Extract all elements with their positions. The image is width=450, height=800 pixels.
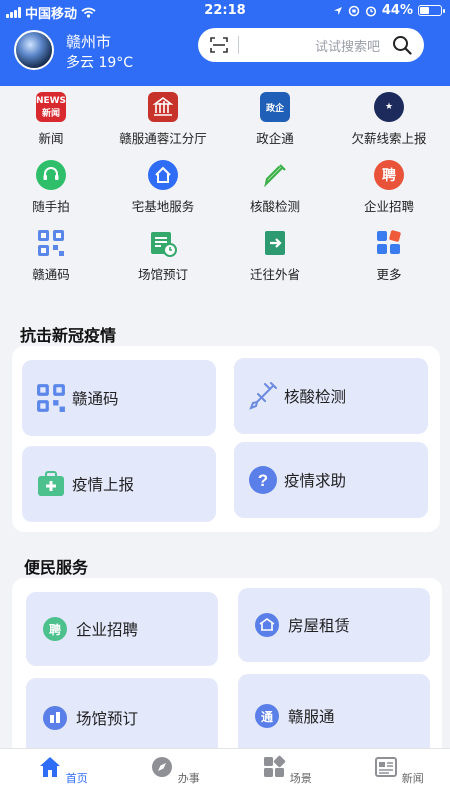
- venue-icon: [38, 701, 72, 735]
- grid-item-label: 场馆预订: [137, 267, 188, 282]
- grid-item-ganfutong-branch[interactable]: 赣服通蓉江分厅: [108, 92, 218, 147]
- grid-item-snapshot[interactable]: 随手拍: [0, 160, 106, 215]
- police-badge-icon: ★: [374, 92, 404, 122]
- grid-item-label: 欠薪线索上报: [351, 131, 427, 146]
- calendar-icon: [148, 228, 178, 258]
- tab-home[interactable]: 首页: [28, 755, 98, 786]
- help-icon: ?: [246, 463, 280, 497]
- quick-service-grid: NEWS 新闻 新闻 赣服通蓉江分厅 政企 政企通 ★ 欠薪线索上报 随手拍 宅基…: [0, 86, 450, 296]
- more-icon: [374, 228, 404, 258]
- grid-item-news[interactable]: NEWS 新闻 新闻: [0, 92, 106, 147]
- service-card-venue-booking[interactable]: 场馆预订: [26, 678, 218, 758]
- city-name[interactable]: 赣州市: [66, 31, 111, 52]
- status-bar: 中国移动 22:18 44%: [0, 0, 450, 22]
- pipette-icon: [260, 160, 290, 190]
- service-card-house-rent[interactable]: 房屋租赁: [238, 588, 430, 662]
- card-label: 赣通码: [72, 390, 119, 408]
- grid-item-move-out[interactable]: 迁往外省: [220, 228, 330, 283]
- zhengqitong-icon: 政企: [260, 92, 290, 122]
- location-icon: [333, 6, 342, 15]
- tab-label: 新闻: [401, 772, 424, 785]
- grid-item-label: 核酸检测: [249, 199, 300, 214]
- battery-icon: [418, 5, 445, 16]
- ganfutong-badge: 通: [261, 709, 273, 724]
- covid-card-nucleic-test[interactable]: 核酸检测: [234, 358, 428, 434]
- card-label: 疫情求助: [284, 472, 347, 490]
- search-icon[interactable]: [392, 35, 412, 55]
- search-bar[interactable]: 试试搜索吧: [198, 28, 424, 62]
- headset-icon: [36, 160, 66, 190]
- recruit-icon: 聘: [374, 160, 404, 190]
- qr-code-icon: [34, 381, 68, 415]
- weather-info: 多云 19°C: [66, 55, 134, 71]
- recruit-icon: 聘: [38, 612, 72, 646]
- scan-icon[interactable]: [210, 37, 228, 53]
- search-input[interactable]: 试试搜索吧: [315, 36, 380, 55]
- grid-item-label: 更多: [376, 267, 402, 282]
- news-icon: NEWS 新闻: [36, 92, 66, 122]
- grid-item-recruitment[interactable]: 聘 企业招聘: [334, 160, 444, 215]
- battery-percent: 44%: [381, 3, 413, 18]
- card-label: 核酸检测: [284, 388, 347, 406]
- svg-text:?: ?: [258, 471, 268, 490]
- grid-item-label: 新闻: [38, 131, 64, 146]
- medical-kit-icon: [34, 467, 68, 501]
- ganfutong-icon: 通: [250, 699, 284, 733]
- service-card-ganfutong[interactable]: 通 赣服通: [238, 674, 430, 758]
- grid-item-more[interactable]: 更多: [334, 228, 444, 283]
- grid-item-label: 赣通码: [32, 267, 70, 282]
- service-section-title: 便民服务: [24, 558, 89, 577]
- card-label: 场馆预订: [76, 710, 139, 728]
- grid-item-homestead[interactable]: 宅基地服务: [108, 160, 218, 215]
- tab-label: 场景: [289, 772, 312, 785]
- grid-item-nucleic-test[interactable]: 核酸检测: [220, 160, 330, 215]
- house-rent-icon: [250, 608, 284, 642]
- covid-section-title: 抗击新冠疫情: [20, 326, 117, 345]
- covid-card-ganma[interactable]: 赣通码: [22, 360, 216, 436]
- scenes-icon: [264, 755, 286, 777]
- avatar[interactable]: [14, 30, 54, 70]
- grid-item-venue-booking[interactable]: 场馆预订: [108, 228, 218, 283]
- tab-scenes[interactable]: 场景: [252, 755, 322, 786]
- card-label: 房屋租赁: [288, 617, 351, 635]
- newspaper-icon: [375, 757, 398, 777]
- home-icon: [148, 160, 178, 190]
- alarm-icon: [365, 5, 376, 17]
- tab-label: 办事: [177, 772, 200, 785]
- service-section-panel: 聘 企业招聘 房屋租赁 场馆预订 通 赣服通: [12, 578, 442, 758]
- compass-icon: [152, 757, 173, 777]
- bottom-tab-bar: 首页 办事 场景 新闻: [0, 748, 450, 800]
- grid-item-label: 赣服通蓉江分厅: [119, 131, 207, 146]
- syringe-icon: [246, 379, 280, 413]
- grid-item-wage-report[interactable]: ★ 欠薪线索上报: [334, 92, 444, 147]
- grid-item-zhengqitong[interactable]: 政企 政企通: [220, 92, 330, 147]
- covid-card-epidemic-help[interactable]: ? 疫情求助: [234, 442, 428, 518]
- tab-news[interactable]: 新闻: [364, 755, 434, 786]
- exit-icon: [260, 228, 290, 258]
- covid-card-epidemic-report[interactable]: 疫情上报: [22, 446, 216, 522]
- service-card-recruitment[interactable]: 聘 企业招聘: [26, 592, 218, 666]
- grid-item-label: 迁往外省: [249, 267, 300, 282]
- grid-item-label: 政企通: [256, 131, 294, 146]
- recruit-badge: 聘: [49, 622, 61, 637]
- card-label: 企业招聘: [76, 621, 139, 639]
- grid-item-label: 随手拍: [32, 199, 70, 214]
- tab-label: 首页: [65, 772, 88, 785]
- home-tab-icon: [40, 757, 61, 777]
- grid-item-ganma[interactable]: 赣通码: [0, 228, 106, 283]
- search-divider: [238, 36, 239, 54]
- covid-section-panel: 赣通码 核酸检测 疫情上报 ? 疫情求助: [12, 346, 440, 532]
- card-label: 疫情上报: [72, 476, 135, 494]
- grid-item-label: 宅基地服务: [131, 199, 195, 214]
- tab-services[interactable]: 办事: [140, 755, 210, 786]
- card-label: 赣服通: [288, 708, 335, 726]
- grid-item-label: 企业招聘: [363, 199, 414, 214]
- header: 中国移动 22:18 44% 赣州市 多云 19°C 试试搜索吧: [0, 0, 450, 86]
- lock-rotation-icon: [348, 5, 360, 16]
- qr-code-icon: [36, 228, 66, 258]
- building-icon: [148, 92, 178, 122]
